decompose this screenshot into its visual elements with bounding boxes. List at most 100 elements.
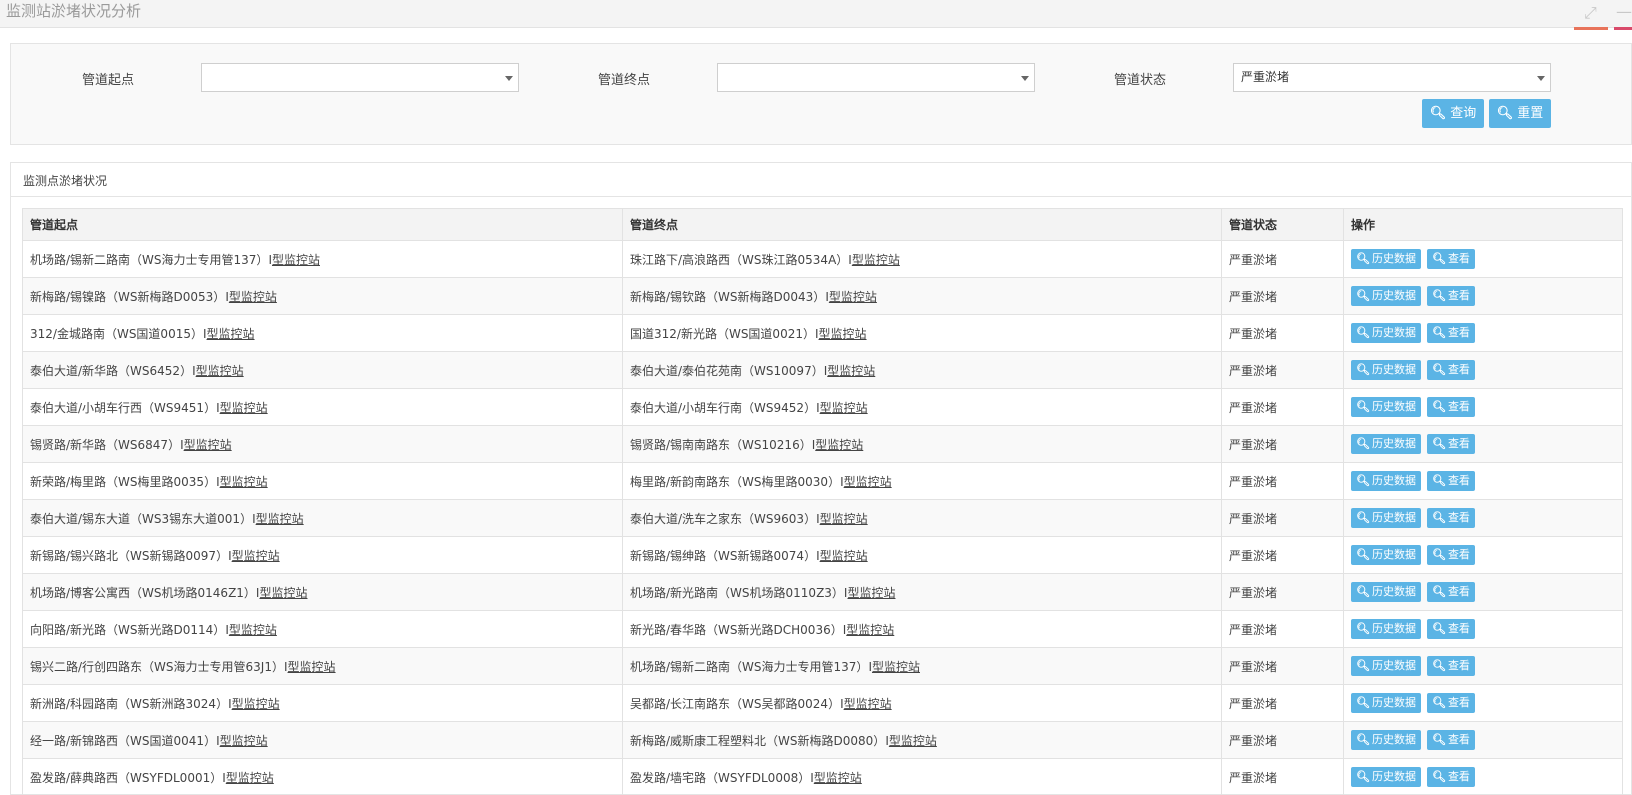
table-row: 新洲路/科园路南（WS新洲路3024）I型监控站 吴都路/长江南路东（WS吴都路0… <box>22 684 1623 722</box>
station-type-link[interactable]: 型监控站 <box>196 364 244 378</box>
cell-start: 机场路/锡新二路南（WS海力士专用管137）I型监控站 <box>22 240 623 278</box>
history-data-button[interactable]: 🔍︎ 历史数据 <box>1351 434 1421 454</box>
reset-button[interactable]: 🔍︎ 重置 <box>1489 99 1551 128</box>
view-button[interactable]: 🔍︎ 查看 <box>1426 730 1475 750</box>
view-button[interactable]: 🔍︎ 查看 <box>1426 286 1475 306</box>
end-point-text: 珠江路下/高浪路西（WS珠江路0534A） <box>630 252 849 267</box>
view-button[interactable]: 🔍︎ 查看 <box>1426 249 1475 269</box>
table-row: 新锡路/锡兴路北（WS新锡路0097）I型监控站 新锡路/锡绅路（WS新锡路007… <box>22 536 1623 574</box>
station-type-link[interactable]: 型监控站 <box>872 660 920 674</box>
station-type-link[interactable]: 型监控站 <box>220 734 268 748</box>
history-data-button[interactable]: 🔍︎ 历史数据 <box>1351 360 1421 380</box>
history-data-button[interactable]: 🔍︎ 历史数据 <box>1351 323 1421 343</box>
view-label: 查看 <box>1447 326 1470 339</box>
view-button[interactable]: 🔍︎ 查看 <box>1426 619 1475 639</box>
station-type-link[interactable]: 型监控站 <box>820 549 868 563</box>
table-row: 机场路/锡新二路南（WS海力士专用管137）I型监控站 珠江路下/高浪路西（WS珠… <box>22 240 1623 278</box>
cell-actions: 🔍︎ 历史数据 🔍︎ 查看 <box>1343 314 1623 352</box>
station-type-link[interactable]: 型监控站 <box>829 290 877 304</box>
search-icon: 🔍︎ <box>1356 733 1370 746</box>
view-button[interactable]: 🔍︎ 查看 <box>1426 323 1475 343</box>
station-type-link[interactable]: 型监控站 <box>229 290 277 304</box>
station-type-link[interactable]: 型监控站 <box>229 623 277 637</box>
cell-end: 盈发路/墙宅路（WSYFDL0008）I型监控站 <box>622 758 1222 795</box>
view-button[interactable]: 🔍︎ 查看 <box>1426 545 1475 565</box>
history-data-button[interactable]: 🔍︎ 历史数据 <box>1351 397 1421 417</box>
station-type-link[interactable]: 型监控站 <box>220 475 268 489</box>
minimize-icon[interactable]: — <box>1614 0 1632 30</box>
column-header-status[interactable]: 管道状态 <box>1221 208 1344 241</box>
station-type-link[interactable]: 型监控站 <box>272 253 320 267</box>
history-data-button[interactable]: 🔍︎ 历史数据 <box>1351 286 1421 306</box>
table-header-row: 管道起点 管道终点 管道状态 操作 <box>22 208 1623 241</box>
end-point-select[interactable] <box>717 63 1035 92</box>
start-point-text: 经一路/新锦路西（WS国道0041） <box>30 733 217 748</box>
station-type-link[interactable]: 型监控站 <box>847 586 895 600</box>
column-header-start[interactable]: 管道起点 <box>22 208 623 241</box>
view-label: 查看 <box>1447 548 1470 561</box>
status-value: 严重淤堵 <box>1241 70 1290 84</box>
station-type-link[interactable]: 型监控站 <box>259 586 307 600</box>
history-data-button[interactable]: 🔍︎ 历史数据 <box>1351 471 1421 491</box>
station-type-link[interactable]: 型监控站 <box>814 771 862 785</box>
history-data-button[interactable]: 🔍︎ 历史数据 <box>1351 545 1421 565</box>
view-button[interactable]: 🔍︎ 查看 <box>1426 767 1475 787</box>
view-button[interactable]: 🔍︎ 查看 <box>1426 360 1475 380</box>
expand-icon[interactable]: ⤢ <box>1574 0 1608 30</box>
history-data-button[interactable]: 🔍︎ 历史数据 <box>1351 656 1421 676</box>
view-button[interactable]: 🔍︎ 查看 <box>1426 397 1475 417</box>
history-data-button[interactable]: 🔍︎ 历史数据 <box>1351 693 1421 713</box>
view-button[interactable]: 🔍︎ 查看 <box>1426 693 1475 713</box>
start-point-text: 泰伯大道/新华路（WS6452） <box>30 363 193 378</box>
cell-status: 严重淤堵 <box>1221 536 1344 574</box>
station-type-link[interactable]: 型监控站 <box>844 475 892 489</box>
start-point-text: 泰伯大道/小胡车行西（WS9451） <box>30 400 217 415</box>
station-type-link[interactable]: 型监控站 <box>889 734 937 748</box>
station-type-link[interactable]: 型监控站 <box>256 512 304 526</box>
station-type-link[interactable]: 型监控站 <box>207 327 255 341</box>
history-data-button[interactable]: 🔍︎ 历史数据 <box>1351 508 1421 528</box>
station-type-link[interactable]: 型监控站 <box>288 660 336 674</box>
view-button[interactable]: 🔍︎ 查看 <box>1426 656 1475 676</box>
history-data-label: 历史数据 <box>1371 326 1416 339</box>
station-type-link[interactable]: 型监控站 <box>852 253 900 267</box>
station-type-link[interactable]: 型监控站 <box>184 438 232 452</box>
cell-actions: 🔍︎ 历史数据 🔍︎ 查看 <box>1343 647 1623 685</box>
history-data-button[interactable]: 🔍︎ 历史数据 <box>1351 249 1421 269</box>
cell-status: 严重淤堵 <box>1221 573 1344 611</box>
history-data-button[interactable]: 🔍︎ 历史数据 <box>1351 582 1421 602</box>
view-label: 查看 <box>1447 733 1470 746</box>
station-type-link[interactable]: 型监控站 <box>220 401 268 415</box>
search-icon: 🔍︎ <box>1431 622 1446 635</box>
search-icon: 🔍︎ <box>1431 659 1446 672</box>
view-button[interactable]: 🔍︎ 查看 <box>1426 508 1475 528</box>
station-type-link[interactable]: 型监控站 <box>846 623 894 637</box>
end-point-text: 机场路/新光路南（WS机场路0110Z3） <box>630 585 844 600</box>
station-type-link[interactable]: 型监控站 <box>819 327 867 341</box>
station-type-link[interactable]: 型监控站 <box>844 697 892 711</box>
search-button[interactable]: 🔍︎ 查询 <box>1422 99 1484 128</box>
end-point-text: 泰伯大道/小胡车行南（WS9452） <box>630 400 817 415</box>
history-data-button[interactable]: 🔍︎ 历史数据 <box>1351 767 1421 787</box>
cell-end: 机场路/新光路南（WS机场路0110Z3）I型监控站 <box>622 573 1222 611</box>
view-button[interactable]: 🔍︎ 查看 <box>1426 471 1475 491</box>
history-data-button[interactable]: 🔍︎ 历史数据 <box>1351 730 1421 750</box>
view-button[interactable]: 🔍︎ 查看 <box>1426 582 1475 602</box>
view-button[interactable]: 🔍︎ 查看 <box>1426 434 1475 454</box>
station-type-link[interactable]: 型监控站 <box>226 771 274 785</box>
cell-end: 锡贤路/锡南南路东（WS10216）I型监控站 <box>622 425 1222 463</box>
cell-actions: 🔍︎ 历史数据 🔍︎ 查看 <box>1343 758 1623 795</box>
start-point-select[interactable] <box>201 63 519 92</box>
history-data-label: 历史数据 <box>1371 363 1416 376</box>
station-type-link[interactable]: 型监控站 <box>820 512 868 526</box>
history-data-label: 历史数据 <box>1371 252 1416 265</box>
station-type-link[interactable]: 型监控站 <box>815 438 863 452</box>
cell-status: 严重淤堵 <box>1221 721 1344 759</box>
station-type-link[interactable]: 型监控站 <box>232 697 280 711</box>
station-type-link[interactable]: 型监控站 <box>827 364 875 378</box>
station-type-link[interactable]: 型监控站 <box>820 401 868 415</box>
status-select[interactable]: 严重淤堵 <box>1233 63 1551 92</box>
column-header-end[interactable]: 管道终点 <box>622 208 1222 241</box>
station-type-link[interactable]: 型监控站 <box>232 549 280 563</box>
history-data-button[interactable]: 🔍︎ 历史数据 <box>1351 619 1421 639</box>
